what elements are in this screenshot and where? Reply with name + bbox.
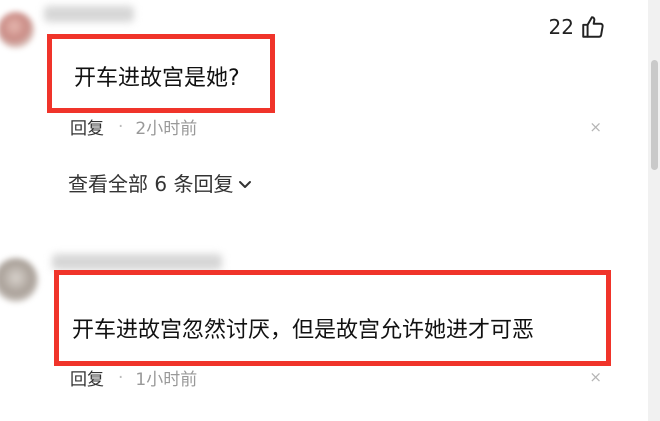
comment-meta: 回复 · 2小时前	[70, 114, 198, 140]
comment-item: 38 开车进故宫忽然讨厌，但是故宫允许她进才可恶 回复 · 1小时前 ×	[0, 240, 646, 421]
reply-button[interactable]: 回复	[70, 365, 104, 390]
separator-dot: ·	[118, 116, 124, 137]
comment-text: 开车进故宫忽然讨厌，但是故宫允许她进才可恶	[72, 318, 535, 343]
separator-dot: ·	[118, 367, 124, 388]
timestamp: 1小时前	[135, 370, 198, 390]
username-blurred	[44, 6, 134, 22]
username-blurred	[52, 254, 222, 270]
timestamp: 2小时前	[135, 119, 198, 139]
thumbs-up-icon	[582, 16, 604, 38]
view-all-replies-button[interactable]: 查看全部 6 条回复	[68, 168, 253, 197]
comment-item: 22 开车进故宫是她? 回复 · 2小时前 × 查看全部 6 条回复	[0, 0, 646, 240]
close-icon[interactable]: ×	[589, 118, 602, 136]
avatar[interactable]	[0, 258, 38, 302]
comment-meta: 回复 · 1小时前	[70, 365, 198, 391]
scrollbar-thumb[interactable]	[651, 60, 658, 170]
avatar[interactable]	[0, 12, 34, 48]
reply-button[interactable]: 回复	[70, 114, 104, 139]
chevron-down-icon	[239, 180, 252, 188]
comment-text: 开车进故宫是她?	[74, 66, 240, 91]
like-button[interactable]: 22	[549, 14, 606, 40]
view-all-replies-label: 查看全部 6 条回复	[68, 172, 234, 196]
close-icon[interactable]: ×	[589, 368, 602, 386]
like-count: 22	[548, 15, 574, 39]
